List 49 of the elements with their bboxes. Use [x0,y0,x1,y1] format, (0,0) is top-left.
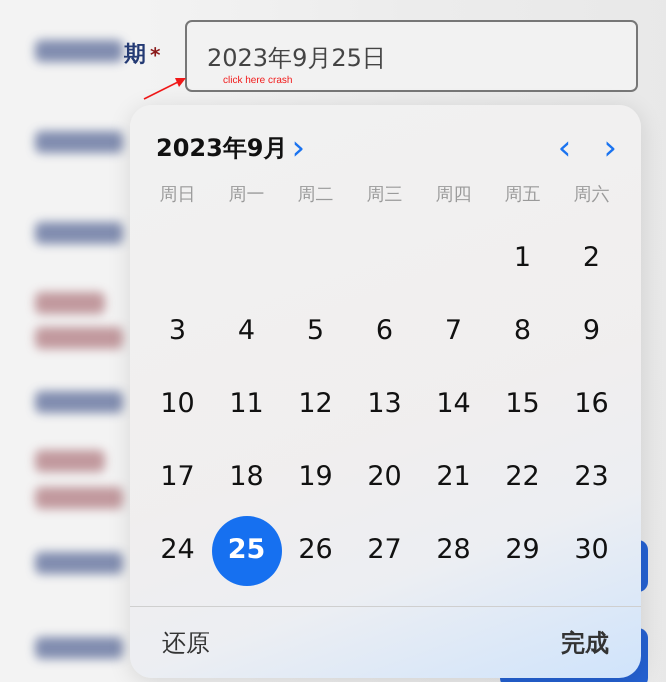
weekday-label: 周二 [296,183,334,207]
day-cell[interactable]: 2 [556,224,626,294]
weekday-label: 周三 [366,183,404,207]
day-cell[interactable]: 17 [142,442,212,512]
month-picker-toggle[interactable]: › [288,131,310,165]
day-cell[interactable]: 21 [418,442,488,512]
day-cell[interactable]: 9 [556,296,626,366]
day-cell[interactable]: 28 [418,516,488,586]
day-cell[interactable]: 15 [488,370,558,440]
day-cell[interactable]: 29 [488,516,558,586]
weekday-label: 周日 [158,183,196,207]
field-label: 期 [124,41,146,69]
day-cell[interactable]: 18 [212,442,282,512]
day-cell[interactable]: 14 [418,370,488,440]
day-cell[interactable]: 7 [418,296,488,366]
previous-month-button[interactable]: ‹ [554,131,576,165]
day-cell[interactable]: 30 [556,516,626,586]
day-cell[interactable]: 19 [280,442,350,512]
blurred-label [35,450,105,472]
day-cell[interactable]: 10 [142,370,212,440]
day-cell[interactable]: 8 [488,296,558,366]
required-mark: * [150,42,160,69]
weekday-label: 周六 [572,183,610,207]
day-cell[interactable]: 24 [142,516,212,586]
day-cell[interactable]: 20 [350,442,420,512]
weekday-label: 周四 [434,183,472,207]
annotation-arrow [144,78,186,100]
day-cell[interactable]: 27 [350,516,420,586]
weekday-label: 周五 [504,183,542,207]
day-cell[interactable]: 11 [212,370,282,440]
day-cell[interactable]: 22 [488,442,558,512]
weekday-label: 周一 [228,183,266,207]
blurred-label [35,292,105,314]
day-cell[interactable]: 6 [350,296,420,366]
done-button[interactable]: 完成 [561,624,609,660]
annotation-text: click here crash [223,74,292,88]
day-cell[interactable]: 13 [350,370,420,440]
day-cell[interactable]: 4 [212,296,282,366]
day-cell[interactable]: 5 [280,296,350,366]
day-cell[interactable]: 26 [280,516,350,586]
month-title: 2023年9月 [156,133,288,164]
day-cell[interactable]: 16 [556,370,626,440]
day-cell[interactable]: 25 [212,516,282,586]
next-month-button[interactable]: › [599,131,621,165]
reset-button[interactable]: 还原 [162,624,210,660]
day-cell[interactable]: 1 [488,224,558,294]
day-cell[interactable]: 23 [556,442,626,512]
day-cell[interactable]: 3 [142,296,212,366]
day-cell[interactable]: 12 [280,370,350,440]
